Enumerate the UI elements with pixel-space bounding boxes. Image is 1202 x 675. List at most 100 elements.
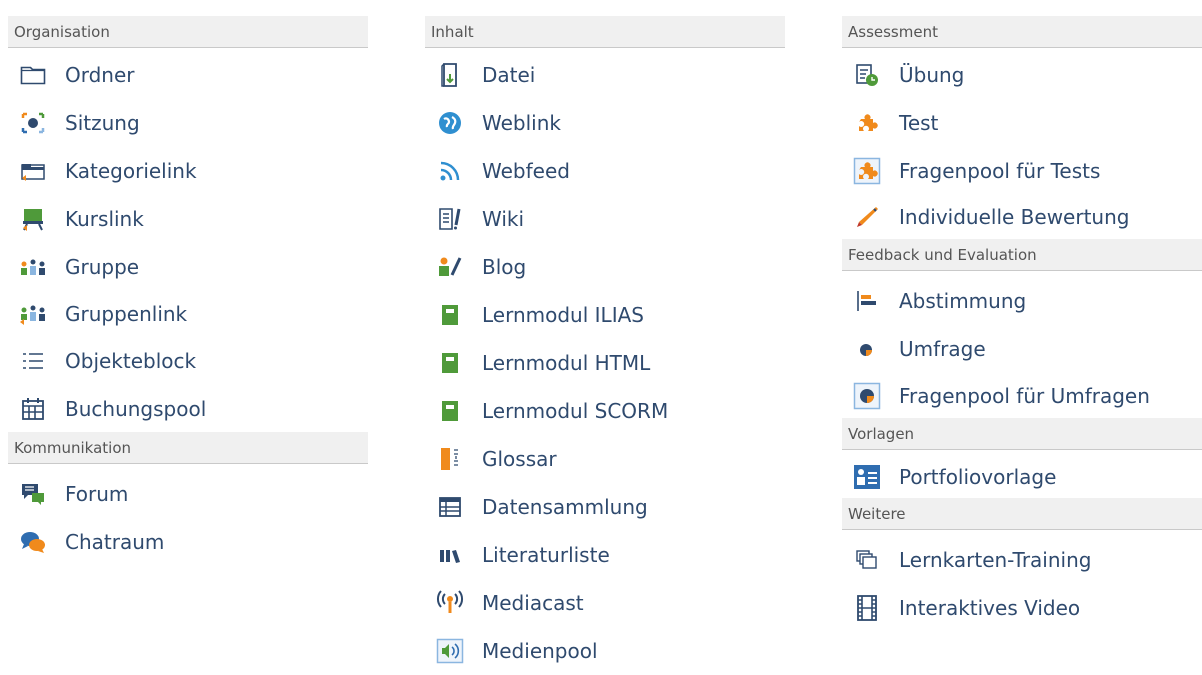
learning-module-icon <box>435 348 465 378</box>
menu-item-interaktives-video[interactable]: Interaktives Video <box>842 584 1202 632</box>
menu-item-label: Interaktives Video <box>899 596 1081 620</box>
menu-item-medienpool[interactable]: Medienpool <box>425 627 785 675</box>
menu-item-fragenpool-umfragen[interactable]: Fragenpool für Umfragen <box>842 373 1202 418</box>
menu-item-label: Lernmodul HTML <box>482 351 651 375</box>
test-icon <box>852 108 882 138</box>
menu-item-label: Ordner <box>65 63 135 87</box>
section-header-kommunikation: Kommunikation <box>8 432 368 464</box>
menu-item-label: Test <box>899 111 939 135</box>
menu-item-umfrage[interactable]: Umfrage <box>842 325 1202 373</box>
menu-item-label: Portfoliovorlage <box>899 464 1057 489</box>
portfolio-template-icon <box>852 462 882 492</box>
menu-item-abstimmung[interactable]: Abstimmung <box>842 277 1202 325</box>
section-header-feedback: Feedback und Evaluation <box>842 239 1202 271</box>
data-collection-icon <box>435 492 465 522</box>
menu-item-label: Forum <box>65 482 129 506</box>
menu-item-label: Fragenpool für Umfragen <box>899 383 1150 408</box>
flashcards-icon <box>852 545 882 575</box>
menu-item-individuelle-bewertung[interactable]: Individuelle Bewertung <box>842 195 1202 239</box>
menu-item-label: Mediacast <box>482 591 584 615</box>
mediacast-icon <box>435 588 465 618</box>
menu-item-wiki[interactable]: Wiki <box>425 195 785 243</box>
wiki-icon <box>435 204 465 234</box>
menu-item-label: Kategorielink <box>65 159 197 183</box>
survey-icon <box>852 334 882 364</box>
exercise-icon <box>852 60 882 90</box>
booking-pool-icon <box>18 394 48 424</box>
menu-item-datei[interactable]: Datei <box>425 51 785 99</box>
item-group-icon <box>18 346 48 376</box>
menu-item-label: Lernkarten-Training <box>899 548 1092 572</box>
menu-item-gruppenlink[interactable]: Gruppenlink <box>8 290 368 337</box>
weblink-icon <box>435 108 465 138</box>
menu-item-label: Weblink <box>482 111 561 135</box>
menu-item-fragenpool-tests[interactable]: Fragenpool für Tests <box>842 147 1202 195</box>
menu-item-chatraum[interactable]: Chatraum <box>8 518 368 566</box>
menu-item-mediacast[interactable]: Mediacast <box>425 579 785 627</box>
menu-item-label: Wiki <box>482 207 525 231</box>
column-organisation: Organisation Ordner Sitzung Kategorielin… <box>8 16 368 566</box>
media-pool-icon <box>435 636 465 666</box>
menu-item-label: Lernmodul ILIAS <box>482 303 644 327</box>
menu-item-lernmodul-ilias[interactable]: Lernmodul ILIAS <box>425 291 785 339</box>
menu-item-blog[interactable]: Blog <box>425 243 785 291</box>
section-header-vorlagen: Vorlagen <box>842 418 1202 450</box>
menu-item-label: Fragenpool für Tests <box>899 159 1101 183</box>
menu-item-buchungspool[interactable]: Buchungspool <box>8 385 368 432</box>
session-icon <box>18 108 48 138</box>
menu-item-lernkarten-training[interactable]: Lernkarten-Training <box>842 536 1202 584</box>
bibliography-icon <box>435 540 465 570</box>
column-assessment: Assessment Übung Test Fragenpool für Tes… <box>842 16 1202 632</box>
section-header-organisation: Organisation <box>8 16 368 48</box>
menu-item-portfoliovorlage[interactable]: Portfoliovorlage <box>842 455 1202 498</box>
section-header-assessment: Assessment <box>842 16 1202 48</box>
menu-item-label: Datensammlung <box>482 495 648 519</box>
menu-item-label: Abstimmung <box>899 289 1027 313</box>
menu-item-webfeed[interactable]: Webfeed <box>425 147 785 195</box>
section-header-weitere: Weitere <box>842 498 1202 530</box>
webfeed-icon <box>435 156 465 186</box>
individual-assessment-icon <box>852 202 882 232</box>
category-link-icon <box>18 156 48 186</box>
menu-item-lernmodul-scorm[interactable]: Lernmodul SCORM <box>425 387 785 435</box>
menu-item-label: Umfrage <box>899 337 986 361</box>
menu-item-label: Individuelle Bewertung <box>899 205 1130 229</box>
poll-icon <box>852 286 882 316</box>
menu-item-lernmodul-html[interactable]: Lernmodul HTML <box>425 339 785 387</box>
chatroom-icon <box>18 527 48 557</box>
menu-item-label: Datei <box>482 63 536 87</box>
menu-item-label: Objekteblock <box>65 349 197 373</box>
menu-item-sitzung[interactable]: Sitzung <box>8 99 368 147</box>
menu-item-label: Blog <box>482 255 527 279</box>
section-header-inhalt: Inhalt <box>425 16 785 48</box>
menu-item-label: Glossar <box>482 447 557 471</box>
menu-item-gruppe[interactable]: Gruppe <box>8 243 368 290</box>
menu-item-label: Gruppenlink <box>65 301 188 326</box>
menu-item-label: Buchungspool <box>65 396 207 421</box>
column-inhalt: Inhalt Datei Weblink Webfeed Wiki Blog L… <box>425 16 785 675</box>
menu-item-ordner[interactable]: Ordner <box>8 51 368 99</box>
course-link-icon <box>18 204 48 234</box>
menu-item-objekteblock[interactable]: Objekteblock <box>8 337 368 385</box>
menu-item-forum[interactable]: Forum <box>8 470 368 518</box>
menu-item-label: Gruppe <box>65 254 140 279</box>
question-pool-test-icon <box>852 156 882 186</box>
group-icon <box>18 252 48 282</box>
menu-item-label: Kurslink <box>65 207 144 231</box>
glossary-icon <box>435 444 465 474</box>
menu-item-uebung[interactable]: Übung <box>842 51 1202 99</box>
menu-item-label: Lernmodul SCORM <box>482 399 669 423</box>
menu-item-literaturliste[interactable]: Literaturliste <box>425 531 785 579</box>
menu-item-label: Literaturliste <box>482 543 610 567</box>
menu-item-kurslink[interactable]: Kurslink <box>8 195 368 243</box>
menu-item-weblink[interactable]: Weblink <box>425 99 785 147</box>
menu-item-datensammlung[interactable]: Datensammlung <box>425 483 785 531</box>
folder-icon <box>18 60 48 90</box>
menu-item-glossar[interactable]: Glossar <box>425 435 785 483</box>
learning-module-icon <box>435 300 465 330</box>
menu-item-test[interactable]: Test <box>842 99 1202 147</box>
menu-item-kategorielink[interactable]: Kategorielink <box>8 147 368 195</box>
learning-module-icon <box>435 396 465 426</box>
interactive-video-icon <box>852 593 882 623</box>
file-icon <box>435 60 465 90</box>
